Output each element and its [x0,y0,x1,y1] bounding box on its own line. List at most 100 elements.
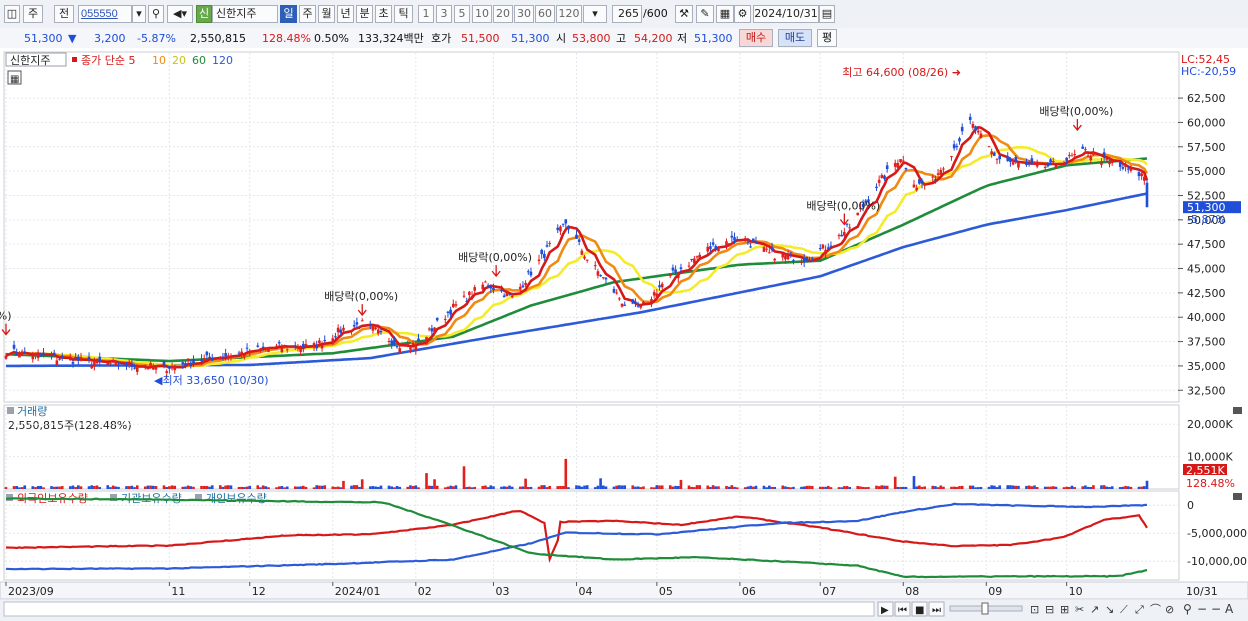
zoom-tool-icon[interactable]: − [1211,602,1221,616]
candle [711,242,715,245]
zoom-slider-thumb[interactable] [981,602,989,615]
grid-icon[interactable]: ▦ [716,5,734,23]
interval-60[interactable]: 60 [535,5,555,23]
interval-20[interactable]: 20 [493,5,513,23]
date-input[interactable]: 2024/10/31 [753,5,819,23]
volume-bar [484,485,487,489]
volume-bar [395,486,399,489]
volume-bar [470,487,474,489]
interval-10[interactable]: 10 [472,5,492,23]
interval-3[interactable]: 3 [436,5,452,23]
draw-tool-icon[interactable]: ⊘ [1165,603,1174,616]
volume-bar [168,486,171,489]
volume-bar [318,485,321,489]
volume-bar [524,478,527,489]
volume-bar [725,485,728,489]
gear-icon[interactable]: ⚙ [734,5,751,23]
candle [127,362,131,364]
draw-tool-icon[interactable]: ↗ [1090,603,1099,616]
volume-bar [411,486,415,489]
interval-30[interactable]: 30 [514,5,534,23]
volume-bar [885,485,889,489]
draw-tool-icon[interactable]: ↘ [1105,603,1114,616]
market-select[interactable]: 주 [23,5,43,23]
period-week[interactable]: 주 [299,5,316,23]
interval-120[interactable]: 120 [556,5,582,23]
draw-tool-icon[interactable]: ⟋ [1120,603,1128,616]
volume-bar [537,486,541,489]
stock-chart[interactable]: 62,50060,00057,50055,00052,50050,00047,5… [0,48,1248,621]
candle [971,123,975,128]
window-icon[interactable]: ◫ [4,5,20,23]
zoom-tool-icon[interactable]: − [1197,602,1207,616]
draw-tool-icon[interactable]: ⤢ [1135,603,1144,616]
draw-tool-icon[interactable]: ⌒ [1150,603,1161,616]
candle [200,358,203,362]
draw-tool-icon[interactable]: ⊡ [1030,603,1039,616]
draw-tool-icon[interactable]: ⊟ [1045,603,1054,616]
eval-button[interactable]: 평 [817,29,837,47]
volume-bar [658,485,661,489]
volume-bar [58,486,61,489]
interval-dropdown[interactable]: ▾ [583,5,607,23]
volume-bar [18,487,21,489]
volume-bar [368,486,372,489]
candle [524,282,527,286]
candle [810,257,814,259]
zoom-tool-icon[interactable]: ⚲ [1183,602,1192,616]
volume-bar [601,485,605,489]
volume-bar [1084,485,1087,489]
code-dropdown-icon[interactable]: ▾ [132,5,146,23]
x-tick-label: 2024/01 [335,585,381,598]
period-day[interactable]: 일 [280,5,297,23]
volume-close-icon[interactable] [1233,407,1242,414]
volume-bar [904,486,908,489]
chart-tool-icon[interactable]: ⚒ [675,5,693,23]
stock-code-input[interactable] [78,5,132,23]
search-icon[interactable]: ⚲ [148,5,164,23]
speaker-icon[interactable]: ◀▾ [167,5,193,23]
volume-bar [714,486,718,489]
draw-tool-icon[interactable]: ✎ [696,5,714,23]
candle [312,343,316,347]
calendar-icon[interactable]: ▤ [819,5,835,23]
stock-name[interactable]: 신한지주 [212,5,278,23]
volume-bar [1137,486,1141,489]
candle [454,304,458,306]
playback-icon: ▶ [881,605,889,616]
volume-bar [283,487,286,489]
volume-bar [90,485,94,489]
sell-button[interactable]: 매도 [778,29,812,47]
volume-bar [960,485,964,489]
volume-bar [1100,485,1103,489]
period-tick[interactable]: 틱 [394,5,413,23]
volume-bar [77,485,80,489]
candle [376,329,380,334]
draw-tool-icon[interactable]: ⊞ [1060,603,1069,616]
volume-bar [709,486,712,489]
volume-bar [706,485,710,489]
scope-select[interactable]: 전 [54,5,74,23]
volume-bar [976,487,980,489]
zoom-tool-icon[interactable]: A [1225,602,1234,616]
buy-button[interactable]: 매수 [739,29,773,47]
volume-bar [243,487,246,489]
candle [829,245,833,247]
volume-bar [409,485,412,489]
interval-1[interactable]: 1 [418,5,434,23]
candle [264,348,268,350]
candle [1105,158,1109,160]
volume-bar [1108,487,1111,489]
volume-bar [1089,486,1093,489]
period-minute[interactable]: 분 [356,5,373,23]
period-year[interactable]: 년 [337,5,354,23]
volume-bar [1081,486,1085,489]
count-input[interactable]: 265 [612,5,642,23]
period-month[interactable]: 월 [318,5,335,23]
interval-5[interactable]: 5 [454,5,470,23]
candle [318,340,321,343]
draw-tool-icon[interactable]: ✂ [1075,603,1084,616]
high-price: 54,200 [634,32,673,45]
holdings-close-icon[interactable] [1233,493,1242,500]
period-second[interactable]: 초 [375,5,392,23]
